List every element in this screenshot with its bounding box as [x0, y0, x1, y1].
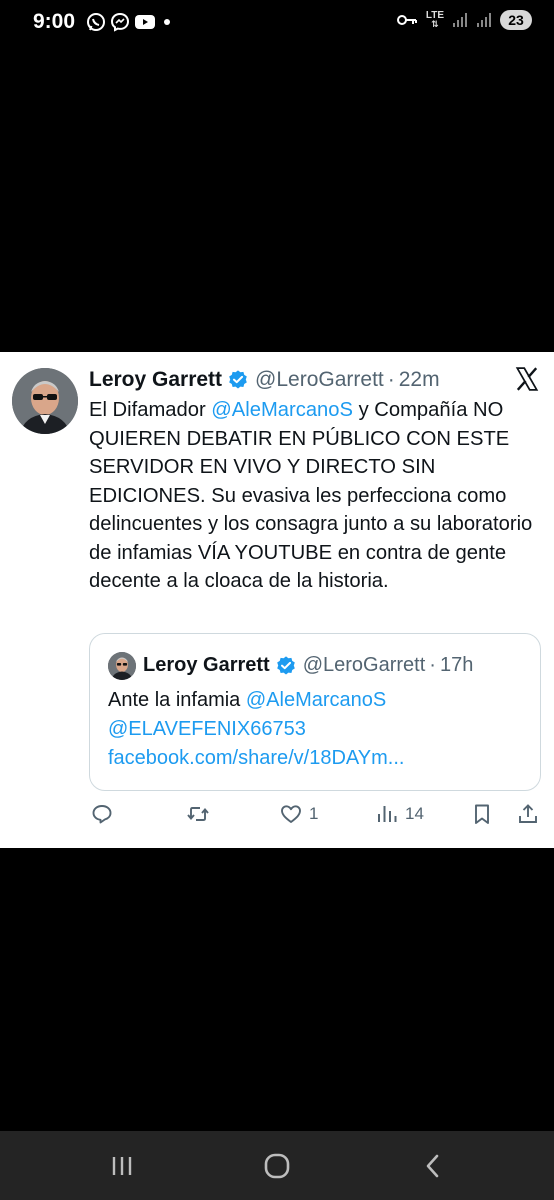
- mention-link[interactable]: @AleMarcanoS: [246, 689, 386, 711]
- verified-badge-icon: [229, 370, 247, 389]
- quoted-tweet[interactable]: Leroy Garrett @LeroGarrett · 17h Ante la…: [89, 633, 541, 791]
- whatsapp-icon: [87, 13, 105, 31]
- clock: 9:00: [33, 10, 76, 33]
- battery-icon: 23: [500, 10, 532, 30]
- system-icons: LTE ⇅ 23: [396, 10, 532, 30]
- signal-icon: [477, 13, 491, 27]
- quote-header: Leroy Garrett @LeroGarrett · 17h: [143, 654, 473, 677]
- quote-author-handle: @LeroGarrett: [302, 654, 426, 676]
- notification-icons: [86, 12, 174, 32]
- quote-timestamp: 17h: [439, 654, 474, 676]
- reply-button[interactable]: [90, 802, 120, 826]
- verified-badge-icon: [276, 655, 295, 675]
- author-name[interactable]: Leroy Garrett: [89, 368, 222, 392]
- notification-dot-icon: [164, 19, 170, 25]
- mention-link[interactable]: @ELAVEFENIX66753: [108, 715, 528, 744]
- bookmark-icon: [475, 804, 489, 824]
- tweet-timestamp[interactable]: 22m: [399, 368, 440, 392]
- views-chart-icon: [378, 806, 397, 822]
- tweet-text-part: y Compañía NO QUIEREN DEBATIR EN PÚBLICO…: [89, 399, 533, 592]
- external-link[interactable]: facebook.com/share/v/18DAYm...: [108, 744, 528, 773]
- home-icon[interactable]: [260, 1149, 294, 1183]
- tweet-text: El Difamador @AleMarcanoS y Compañía NO …: [89, 396, 539, 596]
- mention-link[interactable]: @AleMarcanoS: [211, 399, 353, 421]
- tweet-text-part: El Difamador: [89, 399, 212, 421]
- like-button[interactable]: 1: [279, 802, 318, 826]
- status-bar: 9:00 LTE ⇅ 23: [0, 0, 554, 46]
- signal-icon: [453, 13, 467, 27]
- reply-icon: [92, 805, 112, 824]
- separator-dot: ·: [429, 654, 436, 676]
- tweet-actions: 1 14: [0, 798, 554, 832]
- views-button[interactable]: 14: [375, 802, 424, 826]
- quote-avatar: [108, 652, 136, 680]
- network-type: LTE ⇅: [425, 10, 444, 29]
- retweet-icon: [187, 807, 209, 821]
- quote-text: Ante la infamia @AleMarcanoS @ELAVEFENIX…: [108, 686, 528, 773]
- x-logo-icon[interactable]: [514, 366, 540, 392]
- quote-author-name: Leroy Garrett: [143, 654, 270, 676]
- retweet-button[interactable]: [186, 802, 216, 826]
- quote-text-part: Ante la infamia: [108, 689, 246, 711]
- share-button[interactable]: [516, 802, 540, 826]
- tweet-card[interactable]: Leroy Garrett @LeroGarrett · 22m El Difa…: [0, 352, 554, 848]
- views-count: 14: [405, 804, 424, 823]
- vpn-key-icon: [396, 15, 417, 25]
- avatar[interactable]: [12, 368, 78, 434]
- youtube-icon: [135, 15, 155, 29]
- tweet-header: Leroy Garrett @LeroGarrett · 22m: [89, 368, 440, 392]
- navigation-bar: [0, 1131, 554, 1200]
- back-icon[interactable]: [416, 1149, 450, 1183]
- bookmark-button[interactable]: [470, 802, 494, 826]
- heart-icon: [281, 805, 301, 823]
- messenger-icon: [110, 12, 130, 32]
- share-icon: [519, 804, 537, 823]
- recent-apps-icon[interactable]: [105, 1149, 139, 1183]
- like-count: 1: [309, 804, 319, 823]
- author-handle[interactable]: @LeroGarrett: [255, 368, 384, 392]
- separator-dot: ·: [387, 368, 395, 391]
